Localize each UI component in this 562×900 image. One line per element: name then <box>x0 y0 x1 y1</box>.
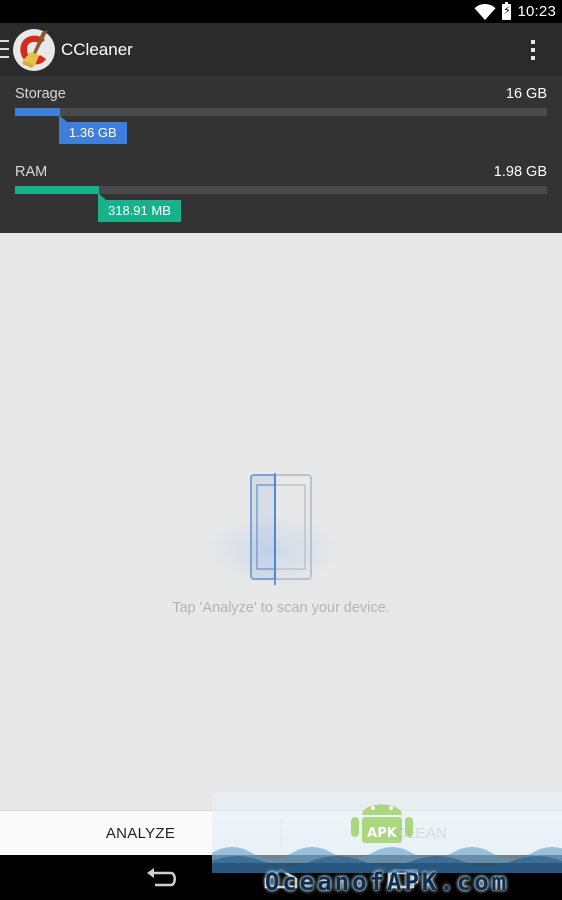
clean-button[interactable]: CLEAN <box>281 811 562 856</box>
button-bar: ANALYZE CLEAN <box>0 810 562 855</box>
storage-total: 16 GB <box>505 86 547 102</box>
battery-charging-icon: ⚡ <box>502 1 512 20</box>
recents-icon[interactable] <box>384 865 420 891</box>
analyze-button[interactable]: ANALYZE <box>0 811 281 856</box>
ram-total: 1.98 GB <box>493 164 547 180</box>
status-time: 10:23 <box>517 3 556 20</box>
storage-label: Storage <box>15 86 66 102</box>
stats-panel: Storage 16 GB 1.36 GB RAM 1.98 GB 318.91… <box>0 76 562 233</box>
action-bar: CCleaner <box>0 23 562 76</box>
main-content: Tap 'Analyze' to scan your device. <box>0 233 562 810</box>
scan-hint: Tap 'Analyze' to scan your device. <box>172 600 390 616</box>
ram-label: RAM <box>15 164 48 180</box>
ccleaner-logo[interactable] <box>12 28 56 72</box>
storage-progress-fill <box>15 108 60 116</box>
ram-progress-fill <box>15 186 99 194</box>
device-scan-icon <box>250 473 312 585</box>
storage-progress-track <box>15 108 547 116</box>
navigation-bar <box>0 855 562 900</box>
app-title: CCleaner <box>61 40 133 59</box>
menu-icon[interactable] <box>0 40 9 58</box>
status-icons: ⚡ 10:23 <box>474 0 556 23</box>
status-bar: ⚡ 10:23 <box>0 0 562 23</box>
overflow-menu-icon[interactable] <box>530 40 536 60</box>
home-icon[interactable] <box>263 865 299 891</box>
storage-used-badge: 1.36 GB <box>59 115 127 144</box>
ram-progress-track <box>15 186 547 194</box>
wifi-icon <box>474 3 496 20</box>
back-icon[interactable] <box>143 865 179 891</box>
bolt-icon: ⚡ <box>503 5 511 17</box>
ram-used-badge: 318.91 MB <box>98 193 181 222</box>
